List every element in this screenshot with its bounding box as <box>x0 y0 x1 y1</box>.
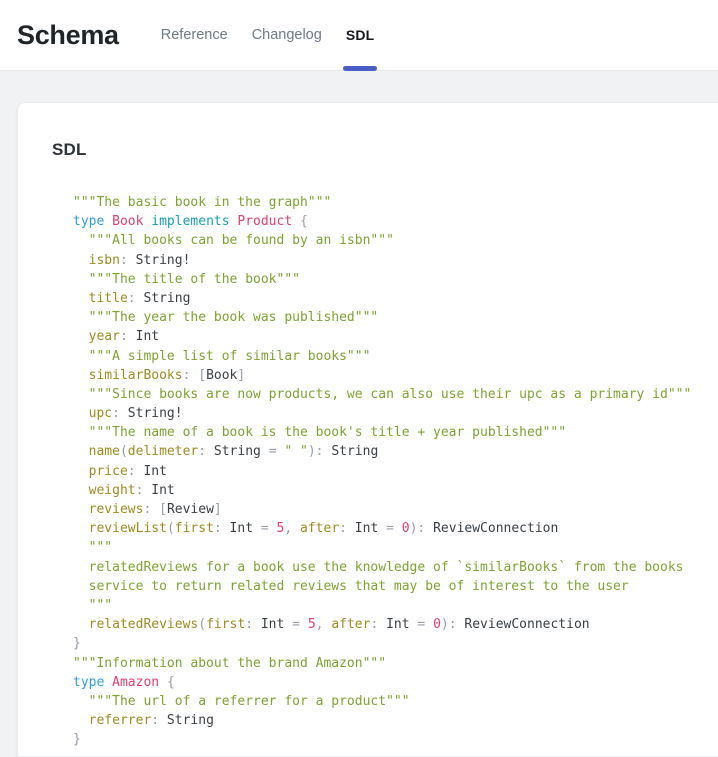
code-line: reviews: [Review] <box>73 500 700 519</box>
tab-sdl-label: SDL <box>346 27 375 43</box>
code-line: """The url of a referrer for a product""… <box>73 692 700 711</box>
code-line: """A simple list of similar books""" <box>73 347 700 366</box>
code-line: """The basic book in the graph""" <box>73 193 700 212</box>
code-line: } <box>73 634 700 653</box>
code-line: similarBooks: [Book] <box>73 366 700 385</box>
code-line: type Book implements Product { <box>73 212 700 231</box>
code-line: """The title of the book""" <box>73 270 700 289</box>
code-line: """Information about the brand Amazon""" <box>73 654 700 673</box>
page-header: Schema Reference Changelog SDL <box>0 0 718 71</box>
code-line: """The year the book was published""" <box>73 308 700 327</box>
tab-changelog[interactable]: Changelog <box>240 0 334 70</box>
code-line: relatedReviews for a book use the knowle… <box>73 558 700 577</box>
code-line: upc: String! <box>73 404 700 423</box>
code-line: """Since books are now products, we can … <box>73 385 700 404</box>
code-line: price: Int <box>73 462 700 481</box>
code-line: } <box>73 730 700 749</box>
code-line: """ <box>73 538 700 557</box>
code-line: service to return related reviews that m… <box>73 577 700 596</box>
code-line: """ <box>73 596 700 615</box>
code-line: isbn: String! <box>73 251 700 270</box>
page-title: Schema <box>17 20 119 51</box>
code-line: relatedReviews(first: Int = 5, after: In… <box>73 615 700 634</box>
code-line: referrer: String <box>73 711 700 730</box>
code-line: title: String <box>73 289 700 308</box>
active-tab-indicator <box>343 66 378 71</box>
sdl-card: SDL """The basic book in the graph"""typ… <box>17 102 718 757</box>
code-line: weight: Int <box>73 481 700 500</box>
code-line: reviewList(first: Int = 5, after: Int = … <box>73 519 700 538</box>
tab-changelog-label: Changelog <box>252 27 322 43</box>
tab-reference-label: Reference <box>161 27 228 43</box>
sdl-code-block: """The basic book in the graph"""type Bo… <box>73 193 700 749</box>
code-line: """The name of a book is the book's titl… <box>73 423 700 442</box>
schema-tabs: Reference Changelog SDL <box>149 0 387 70</box>
code-line: year: Int <box>73 327 700 346</box>
code-line: name(delimeter: String = " "): String <box>73 442 700 461</box>
sdl-heading: SDL <box>52 140 700 160</box>
code-line: type Amazon { <box>73 673 700 692</box>
code-line: """All books can be found by an isbn""" <box>73 231 700 250</box>
tab-sdl[interactable]: SDL <box>334 0 387 70</box>
tab-reference[interactable]: Reference <box>149 0 240 70</box>
